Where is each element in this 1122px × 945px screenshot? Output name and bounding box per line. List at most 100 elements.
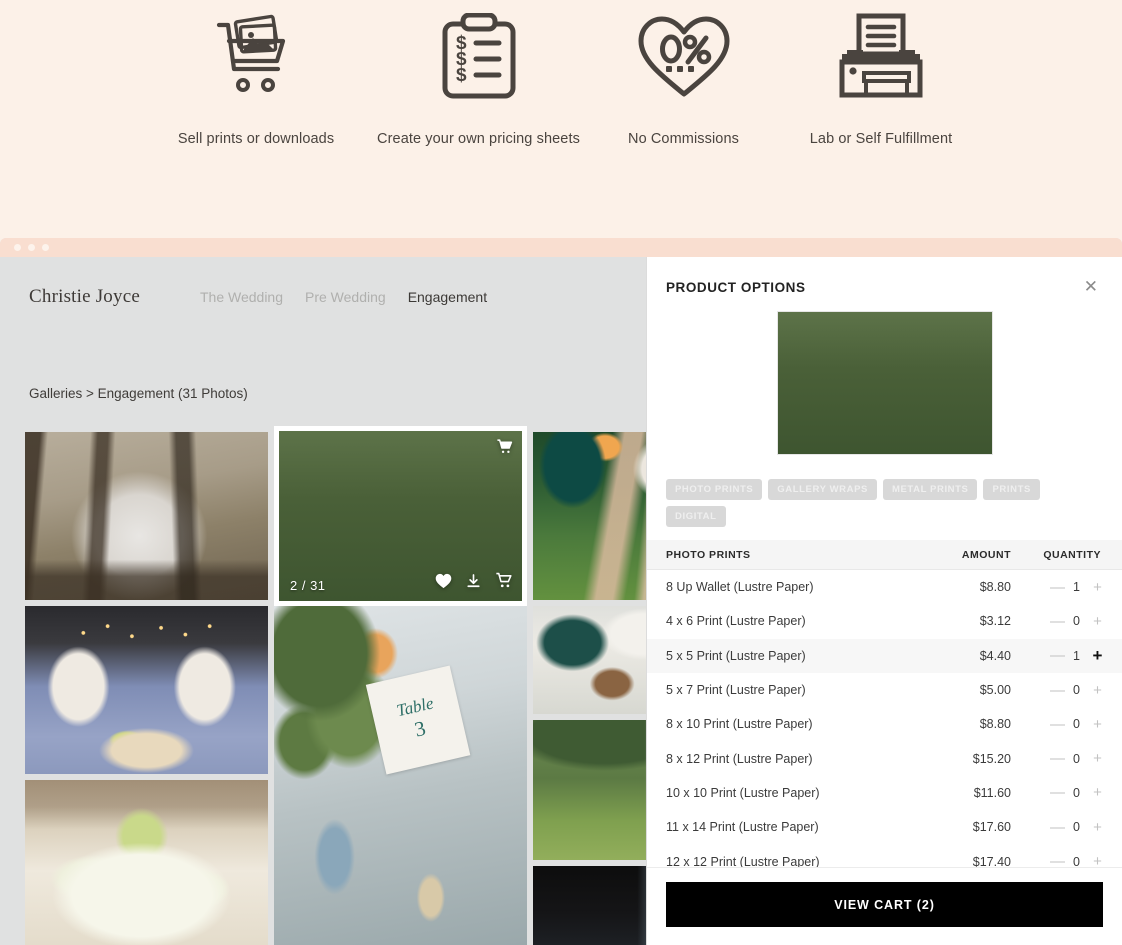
hero-image-wrapper <box>647 311 1122 455</box>
heart-icon[interactable] <box>435 573 452 594</box>
quantity-increase-button[interactable]: + <box>1092 854 1103 867</box>
product-name: 10 x 10 Print (Lustre Paper) <box>666 785 820 800</box>
chip-photo-prints[interactable]: PHOTO PRINTS <box>666 479 763 500</box>
quantity-stepper[interactable]: — 1 + <box>1011 647 1103 664</box>
quantity-increase-button[interactable]: + <box>1092 717 1103 732</box>
svg-text:$: $ <box>456 65 467 86</box>
quantity-increase-button[interactable]: + <box>1092 683 1103 698</box>
quantity-decrease-button[interactable]: — <box>1050 717 1065 732</box>
photo-index-badge: 2 / 31 <box>290 578 326 593</box>
brand-logo[interactable]: Christie Joyce <box>29 286 140 308</box>
quantity-decrease-button[interactable]: — <box>1050 683 1065 698</box>
quantity-value: 0 <box>1073 683 1080 698</box>
nav-item-engagement[interactable]: Engagement <box>408 289 487 305</box>
chip-prints[interactable]: PRINTS <box>983 479 1040 500</box>
quantity-stepper[interactable]: — 0 + <box>1011 785 1103 800</box>
quantity-decrease-button[interactable]: — <box>1050 580 1065 595</box>
product-name: 11 x 14 Print (Lustre Paper) <box>666 820 819 835</box>
feature-label: No Commissions <box>628 131 739 147</box>
product-name: 8 Up Wallet (Lustre Paper) <box>666 580 814 595</box>
feature-sell-prints: Sell prints or downloads <box>141 6 371 147</box>
product-row[interactable]: 8 x 10 Print (Lustre Paper) $8.80 — 0 + <box>647 707 1122 741</box>
feature-pricing-sheets: $ $ $ Create your own pricing sheets <box>371 6 586 147</box>
tile-cart-icon-top[interactable] <box>496 438 513 460</box>
window-dot-close[interactable] <box>14 244 21 251</box>
quantity-increase-button[interactable]: + <box>1092 647 1103 664</box>
column-header-amount: AMOUNT <box>961 548 1011 561</box>
quantity-stepper[interactable]: — 0 + <box>1011 683 1103 698</box>
clipboard-pricing-icon: $ $ $ <box>438 6 520 106</box>
product-row[interactable]: 8 x 12 Print (Lustre Paper) $15.20 — 0 + <box>647 741 1122 775</box>
quantity-stepper[interactable]: — 0 + <box>1011 854 1103 867</box>
quantity-increase-button[interactable]: + <box>1092 580 1103 595</box>
feature-label: Lab or Self Fulfillment <box>809 131 953 147</box>
gallery-tile-selected[interactable]: 2 / 31 <box>274 426 527 606</box>
quantity-increase-button[interactable]: + <box>1092 785 1103 800</box>
table-card-line2: 3 <box>412 715 429 742</box>
quantity-value: 0 <box>1073 751 1080 766</box>
product-row[interactable]: 4 x 6 Print (Lustre Paper) $3.12 — 0 + <box>647 604 1122 638</box>
close-icon[interactable]: ✕ <box>1084 278 1098 295</box>
product-amount: $15.20 <box>972 751 1011 766</box>
feature-strip: Sell prints or downloads $ $ $ Create yo… <box>0 0 1122 245</box>
window-dot-maximize[interactable] <box>42 244 49 251</box>
product-name: 8 x 10 Print (Lustre Paper) <box>666 717 813 732</box>
feature-list: Sell prints or downloads $ $ $ Create yo… <box>0 6 1122 147</box>
cart-icon[interactable] <box>495 572 513 594</box>
quantity-stepper[interactable]: — 0 + <box>1011 751 1103 766</box>
quantity-decrease-button[interactable]: — <box>1050 614 1065 629</box>
quantity-stepper[interactable]: — 1 + <box>1011 580 1103 595</box>
column-header-quantity: QUANTITY <box>1043 548 1101 561</box>
quantity-stepper[interactable]: — 0 + <box>1011 614 1103 629</box>
cart-with-photo-icon <box>213 6 299 106</box>
site-header: Christie Joyce The Wedding Pre Wedding E… <box>0 257 646 337</box>
gallery-tile[interactable] <box>25 780 268 945</box>
chip-metal-prints[interactable]: METAL PRINTS <box>882 479 978 500</box>
product-row[interactable]: 12 x 12 Print (Lustre Paper) $17.40 — 0 + <box>647 844 1122 867</box>
product-name: 8 x 12 Print (Lustre Paper) <box>666 751 813 766</box>
tile-action-bar <box>435 572 513 594</box>
product-category-chips: PHOTO PRINTS GALLERY WRAPS METAL PRINTS … <box>647 455 1122 527</box>
main-nav: The Wedding Pre Wedding Engagement <box>200 289 509 305</box>
quantity-stepper[interactable]: — 0 + <box>1011 820 1103 835</box>
quantity-decrease-button[interactable]: — <box>1050 854 1065 867</box>
product-amount: $5.00 <box>979 683 1011 698</box>
gallery-tile[interactable] <box>25 606 268 774</box>
download-icon[interactable] <box>466 573 481 594</box>
nav-item-the-wedding[interactable]: The Wedding <box>200 289 283 305</box>
quantity-value: 0 <box>1073 854 1080 867</box>
quantity-increase-button[interactable]: + <box>1092 614 1103 629</box>
panel-footer: VIEW CART (2) <box>647 867 1122 945</box>
quantity-decrease-button[interactable]: — <box>1050 820 1065 835</box>
breadcrumb[interactable]: Galleries > Engagement (31 Photos) <box>29 386 248 401</box>
chip-gallery-wraps[interactable]: GALLERY WRAPS <box>768 479 877 500</box>
gallery-tile[interactable] <box>25 432 268 600</box>
feature-fulfillment: Lab or Self Fulfillment <box>781 6 981 147</box>
product-amount: $4.40 <box>979 648 1011 663</box>
printer-icon <box>834 6 928 106</box>
product-table-header: PHOTO PRINTS AMOUNT QUANTITY <box>647 540 1122 570</box>
photo-gallery-grid: 2 / 31 Table 3 <box>25 426 713 945</box>
chip-digital[interactable]: DIGITAL <box>666 506 726 527</box>
window-dot-minimize[interactable] <box>28 244 35 251</box>
browser-viewport: Christie Joyce The Wedding Pre Wedding E… <box>0 257 1122 945</box>
quantity-increase-button[interactable]: + <box>1092 820 1103 835</box>
product-row[interactable]: 5 x 5 Print (Lustre Paper) $4.40 — 1 + <box>647 638 1122 673</box>
quantity-stepper[interactable]: — 0 + <box>1011 717 1103 732</box>
quantity-increase-button[interactable]: + <box>1092 751 1103 766</box>
quantity-decrease-button[interactable]: — <box>1050 648 1065 663</box>
nav-item-pre-wedding[interactable]: Pre Wedding <box>305 289 386 305</box>
quantity-value: 1 <box>1073 648 1080 663</box>
quantity-value: 1 <box>1073 580 1080 595</box>
product-amount: $8.80 <box>979 580 1011 595</box>
view-cart-button[interactable]: VIEW CART (2) <box>666 882 1103 927</box>
quantity-decrease-button[interactable]: — <box>1050 751 1065 766</box>
quantity-decrease-button[interactable]: — <box>1050 785 1065 800</box>
column-header-name: PHOTO PRINTS <box>666 548 751 561</box>
product-row[interactable]: 5 x 7 Print (Lustre Paper) $5.00 — 0 + <box>647 673 1122 707</box>
product-row[interactable]: 10 x 10 Print (Lustre Paper) $11.60 — 0 + <box>647 776 1122 810</box>
gallery-tile[interactable]: Table 3 <box>274 606 527 945</box>
quantity-value: 0 <box>1073 785 1080 800</box>
product-row[interactable]: 8 Up Wallet (Lustre Paper) $8.80 — 1 + <box>647 570 1122 604</box>
product-row[interactable]: 11 x 14 Print (Lustre Paper) $17.60 — 0 + <box>647 810 1122 844</box>
